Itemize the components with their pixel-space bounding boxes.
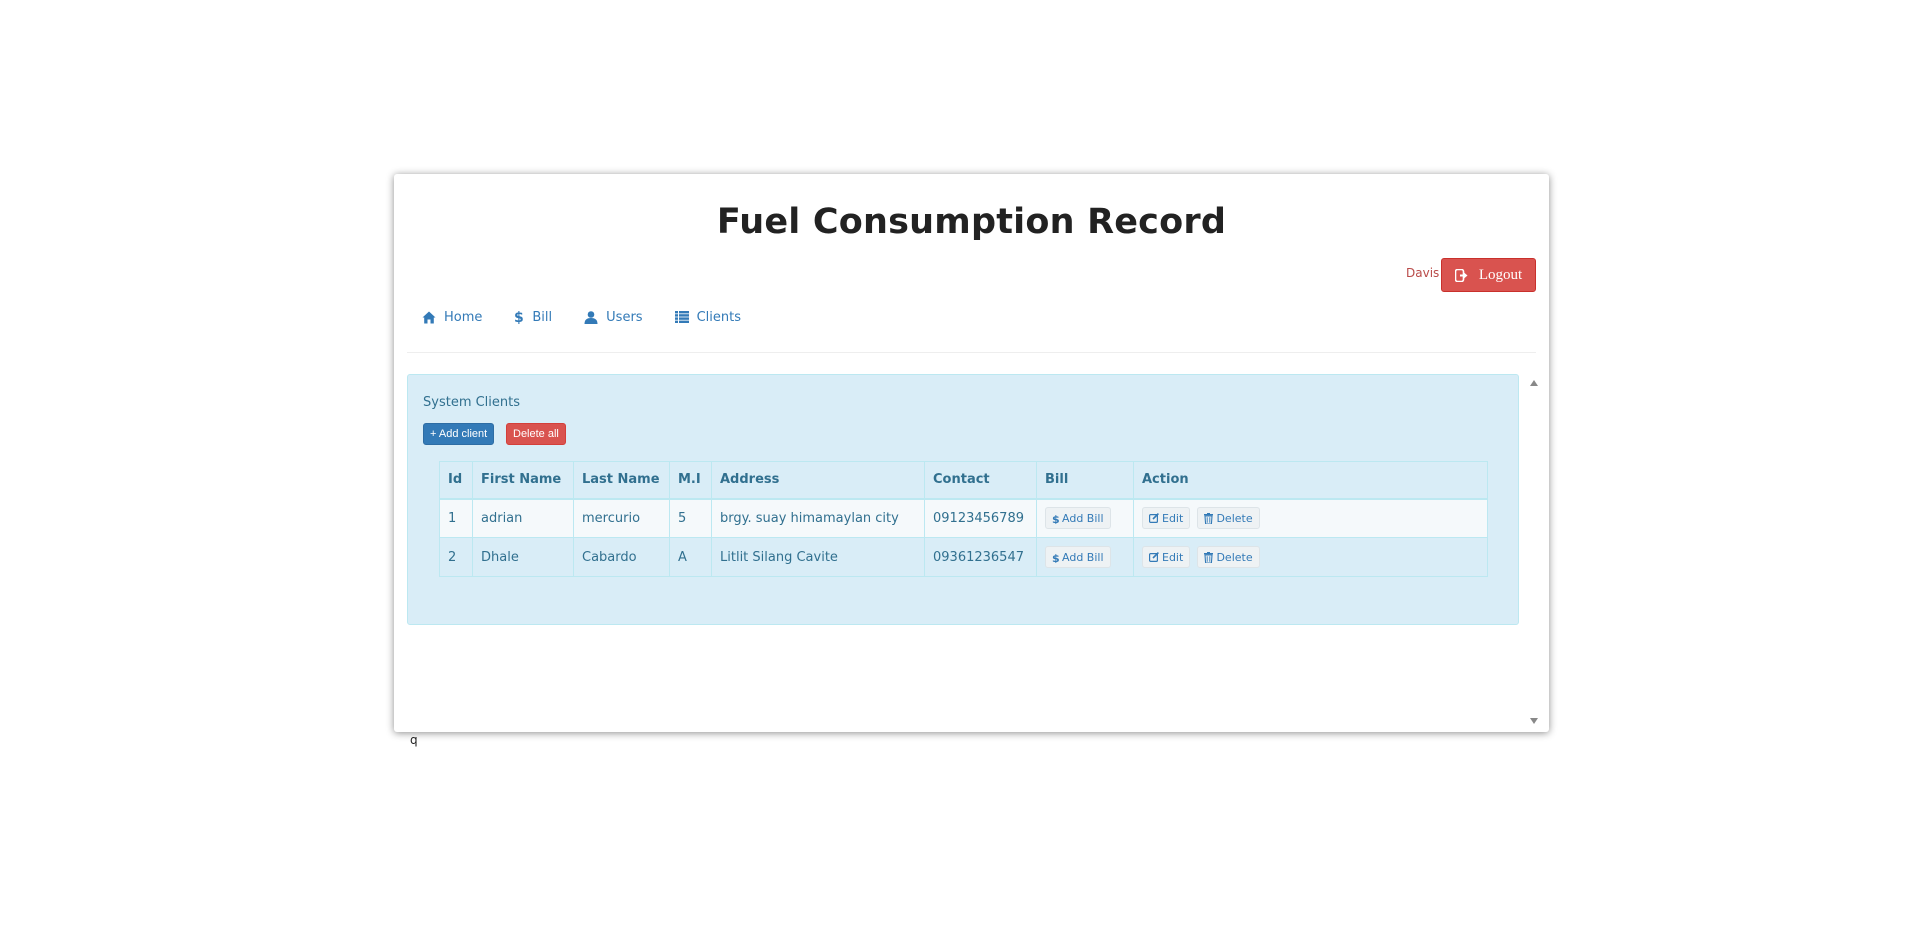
column-header: Address	[711, 461, 925, 500]
edit-label: Edit	[1162, 511, 1184, 525]
main-nav: Home $ Bill Users Clients	[422, 302, 773, 332]
column-header: M.I	[669, 461, 712, 500]
add-bill-button[interactable]: $ Add Bill	[1045, 546, 1111, 568]
cell-contact: 09361236547	[924, 537, 1037, 577]
delete-label: Delete	[1216, 550, 1253, 564]
column-header: Contact	[924, 461, 1037, 500]
cell-contact: 09123456789	[924, 498, 1037, 538]
table-row: 1 adrian mercurio 5 brgy. suay himamayla…	[439, 498, 1488, 538]
delete-button[interactable]: Delete	[1197, 546, 1260, 568]
cell-action: Edit Delete	[1133, 537, 1488, 577]
cell-id: 2	[439, 537, 473, 577]
dollar-icon: $	[1052, 513, 1059, 524]
logout-icon	[1454, 268, 1468, 282]
cell-id: 1	[439, 498, 473, 538]
column-header: First Name	[472, 461, 574, 500]
table-header-row: Id First Name Last Name M.I Address Cont…	[439, 461, 1488, 500]
cell-address: Litlit Silang Cavite	[711, 537, 925, 577]
cell-bill: $ Add Bill	[1036, 537, 1134, 577]
list-icon	[674, 311, 689, 323]
edit-icon	[1149, 513, 1159, 524]
dollar-icon: $	[514, 310, 524, 324]
edit-button[interactable]: Edit	[1142, 546, 1191, 568]
edit-label: Edit	[1162, 550, 1184, 564]
scroll-down-arrow-icon[interactable]	[1530, 718, 1538, 724]
cell-first-name: Dhale	[472, 537, 574, 577]
content-scrollbar[interactable]	[1527, 374, 1541, 728]
delete-label: Delete	[1216, 511, 1253, 525]
add-bill-label: Add Bill	[1062, 550, 1104, 564]
add-bill-label: Add Bill	[1062, 511, 1104, 525]
logout-label: Logout	[1478, 266, 1523, 283]
panel-title: System Clients	[423, 395, 521, 410]
nav-item-label: Bill	[532, 309, 553, 325]
svg-text:$: $	[1052, 552, 1059, 563]
column-header: Action	[1133, 461, 1488, 500]
column-header: Last Name	[573, 461, 670, 500]
nav-item-bill[interactable]: $ Bill	[514, 310, 552, 325]
nav-item-home[interactable]: Home	[422, 310, 482, 325]
table-row: 2 Dhale Cabardo A Litlit Silang Cavite 0…	[439, 537, 1488, 577]
edit-icon	[1149, 552, 1159, 562]
nav-divider	[407, 352, 1536, 353]
scroll-up-arrow-icon[interactable]	[1530, 380, 1538, 386]
trash-icon	[1204, 512, 1214, 524]
nav-item-clients[interactable]: Clients	[674, 309, 741, 325]
user-icon	[584, 310, 598, 324]
add-client-button[interactable]: + Add client	[423, 423, 495, 445]
dollar-icon: $	[1052, 552, 1059, 563]
page-title: Fuel Consumption Record	[716, 202, 1227, 242]
trash-icon	[1204, 551, 1214, 563]
stray-text: q	[410, 733, 418, 747]
delete-all-button[interactable]: Delete all	[506, 423, 566, 445]
cell-last-name: mercurio	[573, 498, 670, 538]
svg-text:$: $	[514, 310, 524, 324]
cell-mi: 5	[669, 498, 712, 538]
current-user-name: Davis	[1406, 266, 1440, 280]
svg-text:$: $	[1052, 513, 1059, 524]
cell-bill: $ Add Bill	[1036, 498, 1134, 538]
edit-button[interactable]: Edit	[1142, 507, 1191, 530]
logout-button[interactable]: Logout	[1441, 258, 1536, 292]
cell-mi: A	[669, 537, 712, 577]
cell-address: brgy. suay himamaylan city	[711, 498, 925, 538]
column-header: Bill	[1036, 461, 1134, 500]
column-header: Id	[439, 461, 473, 500]
home-icon	[422, 311, 436, 323]
nav-item-label: Home	[444, 309, 483, 325]
nav-item-users[interactable]: Users	[584, 309, 643, 325]
delete-button[interactable]: Delete	[1197, 507, 1260, 530]
cell-first-name: adrian	[472, 498, 574, 538]
add-bill-button[interactable]: $ Add Bill	[1045, 507, 1111, 530]
main-card: Fuel Consumption Record Davis Logout Hom…	[394, 174, 1549, 732]
cell-last-name: Cabardo	[573, 537, 670, 577]
clients-table: Id First Name Last Name M.I Address Cont…	[439, 461, 1488, 577]
clients-panel: System Clients + Add client Delete all I…	[407, 374, 1519, 625]
nav-item-label: Clients	[696, 309, 741, 325]
nav-item-label: Users	[606, 309, 643, 325]
cell-action: Edit Delete	[1133, 498, 1488, 538]
